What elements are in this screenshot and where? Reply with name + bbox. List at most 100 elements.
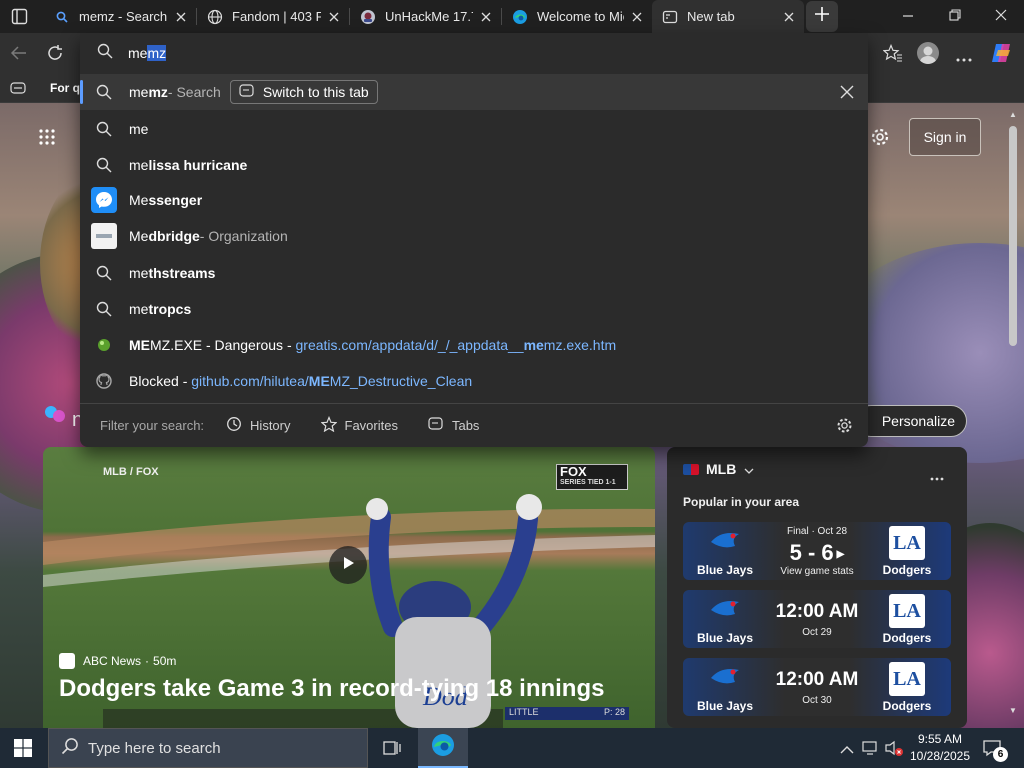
game-date: Oct 30: [802, 695, 832, 706]
page-scrollbar[interactable]: ▲ ▼: [1006, 108, 1020, 720]
suggestion-url-github[interactable]: Blocked - github.com/hilutea/ME MZ_Destru…: [80, 363, 868, 399]
filter-label: Filter your search:: [100, 418, 205, 433]
switch-to-tab-label: Switch to this tab: [262, 84, 369, 100]
taskbar-edge-button[interactable]: [418, 728, 468, 768]
close-icon[interactable]: [479, 10, 493, 24]
mlb-logo-icon: [683, 463, 699, 475]
game-row[interactable]: Blue Jays 12:00 AM Oct 29 LA Dodgers: [683, 590, 951, 648]
scroll-up-icon[interactable]: ▲: [1009, 110, 1017, 119]
score-banner: LITTLE P: 28: [505, 707, 629, 720]
publisher-name: ABC News: [83, 654, 142, 668]
suggestion-search[interactable]: me tropcs: [80, 291, 868, 327]
tab-fandom[interactable]: Fandom | 403 For: [197, 0, 349, 33]
suggestion-search[interactable]: me lissa hurricane: [80, 147, 868, 183]
game-status: Final · Oct 28: [786, 526, 848, 537]
away-team: Blue Jays: [696, 563, 754, 577]
filter-favorites[interactable]: Favorites: [320, 415, 398, 435]
tab-actions-icon[interactable]: [11, 8, 28, 25]
suggestion-search[interactable]: me: [80, 111, 868, 147]
globe-icon: [207, 9, 223, 25]
address-bar[interactable]: memz: [80, 33, 868, 73]
favorites-star-icon[interactable]: [882, 43, 903, 67]
series-status: SERIES TIED 1-1: [560, 479, 616, 486]
search-icon: [91, 296, 117, 322]
windows-logo-icon: [14, 739, 32, 761]
suggestion-search[interactable]: me thstreams: [80, 255, 868, 291]
game-row[interactable]: Blue Jays 12:00 AM Oct 30 LA Dodgers: [683, 658, 951, 716]
winner-arrow-icon: ▶: [836, 548, 845, 560]
tab-welcome-microsoft[interactable]: Welcome to Micr: [502, 0, 652, 33]
tab-unhackme[interactable]: UnHackMe 17.70: [350, 0, 501, 33]
away-team: Blue Jays: [696, 631, 754, 645]
tab-new-tab[interactable]: New tab: [652, 0, 804, 33]
back-arrow-icon[interactable]: [10, 44, 28, 67]
profile-avatar[interactable]: [917, 42, 939, 64]
start-button[interactable]: [14, 739, 32, 762]
more-options-icon[interactable]: [955, 50, 973, 68]
suggestion-url-greatis[interactable]: ME MZ.EXE - Dangerous - greatis.com/appda…: [80, 327, 868, 363]
page-settings-gear-icon[interactable]: [870, 127, 890, 152]
close-window-button[interactable]: [989, 8, 1013, 24]
clock-date: 10/28/2025: [909, 749, 971, 763]
search-settings-gear-icon[interactable]: [836, 417, 853, 437]
github-icon: [91, 368, 117, 394]
minimize-button[interactable]: [896, 8, 920, 24]
filter-tabs-label: Tabs: [451, 418, 480, 433]
medbridge-icon: [91, 223, 117, 249]
sign-in-button[interactable]: Sign in: [909, 118, 981, 156]
blue-jays-logo: [709, 596, 743, 627]
suggestion-messenger[interactable]: Me ssenger: [80, 182, 868, 218]
tab-memz-search[interactable]: memz - Search: [44, 0, 196, 33]
scroll-thumb[interactable]: [1009, 126, 1017, 346]
task-view-icon[interactable]: [382, 738, 402, 763]
show-hidden-icons-chevron-icon[interactable]: [840, 742, 854, 760]
personalize-label: Personalize: [881, 413, 955, 429]
refresh-icon[interactable]: [46, 44, 64, 67]
address-bar-dropdown: memz me mz - Search Switch to this tab me…: [80, 33, 868, 447]
banner-player: LITTLE: [509, 707, 539, 717]
news-card[interactable]: Dod MLB / FOX FOX SERIES TIED 1-1 ABC Ne…: [43, 447, 655, 728]
mlb-title: MLB: [706, 461, 737, 477]
game-row[interactable]: Blue Jays Final · Oct 28 5 - 6 ▶ View gam…: [683, 522, 951, 580]
copilot-icon[interactable]: [990, 42, 1014, 69]
more-icon[interactable]: [930, 468, 944, 486]
new-tab-button[interactable]: [806, 1, 838, 32]
volume-muted-icon[interactable]: [884, 740, 904, 761]
switch-to-tab-button[interactable]: Switch to this tab: [229, 80, 378, 104]
notifications-button[interactable]: 6: [982, 738, 1008, 763]
network-icon[interactable]: [862, 740, 880, 761]
taskbar-search-box[interactable]: Type here to search: [48, 728, 368, 768]
tab-title: memz - Search: [79, 9, 168, 24]
filter-history[interactable]: History: [226, 416, 291, 435]
view-game-stats-link[interactable]: View game stats: [767, 566, 867, 577]
close-icon[interactable]: [327, 10, 341, 24]
windows-taskbar: Type here to search 9:55 AM 10/28/2025 6: [0, 728, 1024, 768]
apps-grid-icon[interactable]: [38, 128, 56, 151]
tab-title: Welcome to Micr: [537, 9, 624, 24]
mlb-header[interactable]: MLB: [683, 461, 754, 477]
search-icon: [91, 260, 117, 286]
tab-strip: memz - Search Fandom | 403 For UnHackMe …: [0, 0, 1024, 33]
favorite-item[interactable]: For q: [50, 81, 80, 95]
suggestion-search-memz[interactable]: me mz - Search Switch to this tab: [80, 74, 868, 110]
news-headline[interactable]: Dodgers take Game 3 in record-tying 18 i…: [59, 675, 604, 703]
suggestion-medbridge[interactable]: Me dbridge - Organization: [80, 218, 868, 254]
personalize-button[interactable]: Personalize: [855, 405, 967, 437]
restore-button[interactable]: [943, 8, 967, 24]
collections-icon[interactable]: [10, 81, 26, 100]
scroll-down-icon[interactable]: ▼: [1009, 706, 1017, 715]
clock[interactable]: 9:55 AM 10/28/2025: [908, 731, 972, 765]
filter-tabs[interactable]: Tabs: [428, 417, 479, 434]
play-button[interactable]: [329, 546, 367, 584]
remove-suggestion-icon[interactable]: [840, 85, 854, 102]
close-icon[interactable]: [174, 10, 188, 24]
close-icon[interactable]: [782, 10, 796, 24]
close-icon[interactable]: [630, 10, 644, 24]
search-icon: [91, 79, 117, 105]
clock-time: 9:55 AM: [917, 732, 963, 746]
tab-icon: [428, 417, 444, 434]
search-icon: [54, 9, 70, 25]
unhackme-icon: [360, 9, 376, 25]
address-input[interactable]: memz: [128, 45, 167, 61]
home-team: Dodgers: [882, 631, 932, 645]
